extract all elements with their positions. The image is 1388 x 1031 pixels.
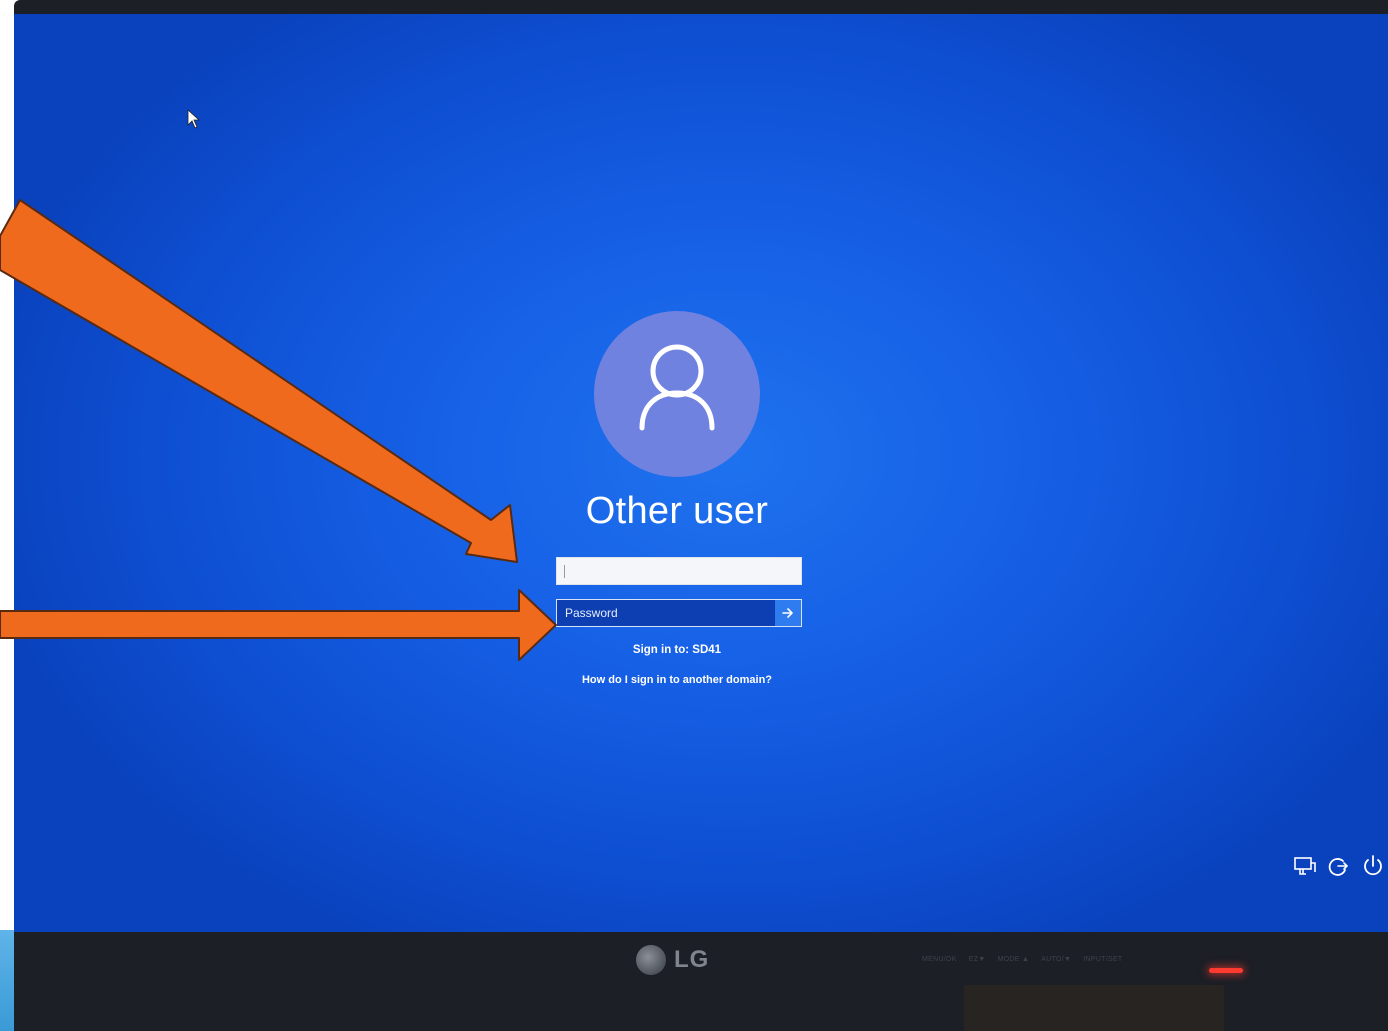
user-avatar-icon xyxy=(639,344,715,431)
monitor-brand: LG xyxy=(636,940,756,980)
monitor-bezel: Other user Password Sign in to: SD41 How… xyxy=(14,0,1388,1031)
control-label: AUTO/▼ xyxy=(1041,956,1072,963)
power-icon[interactable] xyxy=(1360,853,1386,879)
user-avatar xyxy=(594,311,760,477)
password-row: Password xyxy=(556,599,802,627)
other-domain-link[interactable]: How do I sign in to another domain? xyxy=(477,674,877,686)
lock-screen: Other user Password Sign in to: SD41 How… xyxy=(14,14,1388,932)
control-label: INPUT/SET xyxy=(1083,956,1123,963)
mouse-cursor-icon xyxy=(187,109,201,129)
sign-in-domain-text: Sign in to: SD41 xyxy=(632,644,722,656)
control-label: EZ▼ xyxy=(968,956,986,963)
control-label: MENU/OK xyxy=(922,956,957,963)
password-input[interactable]: Password xyxy=(557,600,773,626)
username-input[interactable] xyxy=(556,557,802,585)
submit-button[interactable] xyxy=(775,600,801,626)
system-tray xyxy=(1288,853,1388,883)
accessibility-icon[interactable] xyxy=(1326,853,1352,879)
brand-text: LG xyxy=(674,946,710,973)
monitor-stand xyxy=(964,985,1224,1031)
network-icon[interactable] xyxy=(1292,853,1318,879)
arrow-right-icon xyxy=(782,608,793,618)
user-name: Other user xyxy=(585,490,769,532)
brand-logo-icon xyxy=(636,945,666,975)
control-label: MODE ▲ xyxy=(997,956,1030,963)
monitor-controls: MENU/OK EZ▼ MODE ▲ AUTO/▼ INPUT/SET xyxy=(922,956,1123,963)
power-led xyxy=(1209,968,1243,973)
